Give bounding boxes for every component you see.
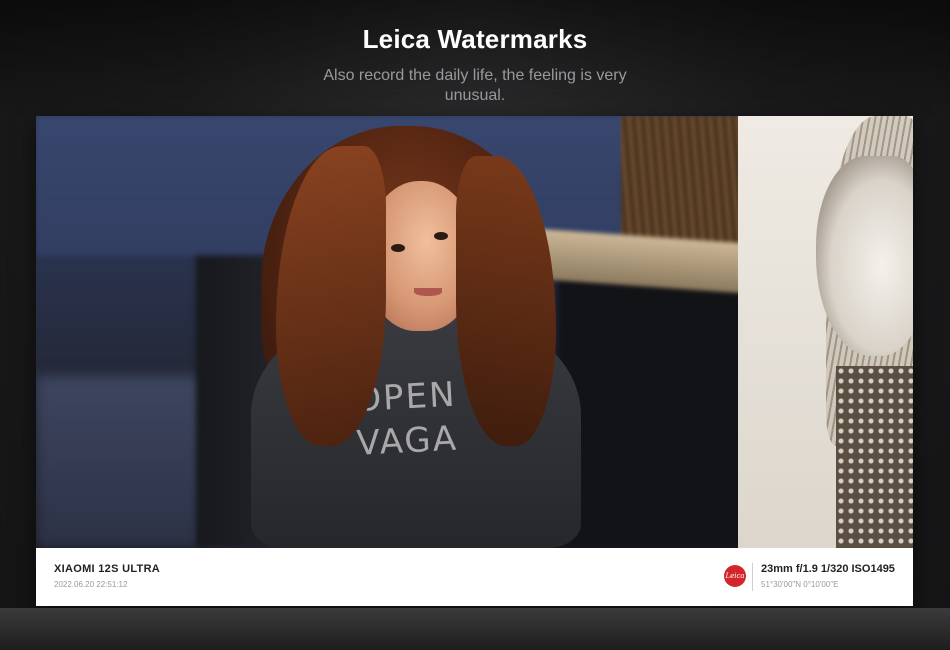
page-subtitle: Also record the daily life, the feeling … [323,67,627,104]
photo-card: OPEN VAGA XIAOMI 12S ULTRA 2022.06.20 22… [36,116,913,606]
girl-mouth [414,288,442,296]
sample-photo: OPEN VAGA [36,116,913,548]
leica-logo-icon: Leica [724,565,746,587]
watermark-strip: XIAOMI 12S ULTRA 2022.06.20 22:51:12 Lei… [36,548,913,606]
gps-coordinates: 51°30'00"N 0°10'00"E [761,580,839,589]
girl-eye-right [434,232,448,240]
exif-info: 23mm f/1.9 1/320 ISO1495 [761,563,895,575]
device-model: XIAOMI 12S ULTRA [54,563,161,575]
pencil-sketch-scarf [836,366,913,548]
girl-eye-left [391,244,405,252]
bottom-band [0,608,950,650]
photo-background-shadow [556,276,756,548]
capture-datetime: 2022.06.20 22:51:12 [54,580,128,589]
page-title: Leica Watermarks [362,24,588,54]
watermark-divider [752,563,753,591]
